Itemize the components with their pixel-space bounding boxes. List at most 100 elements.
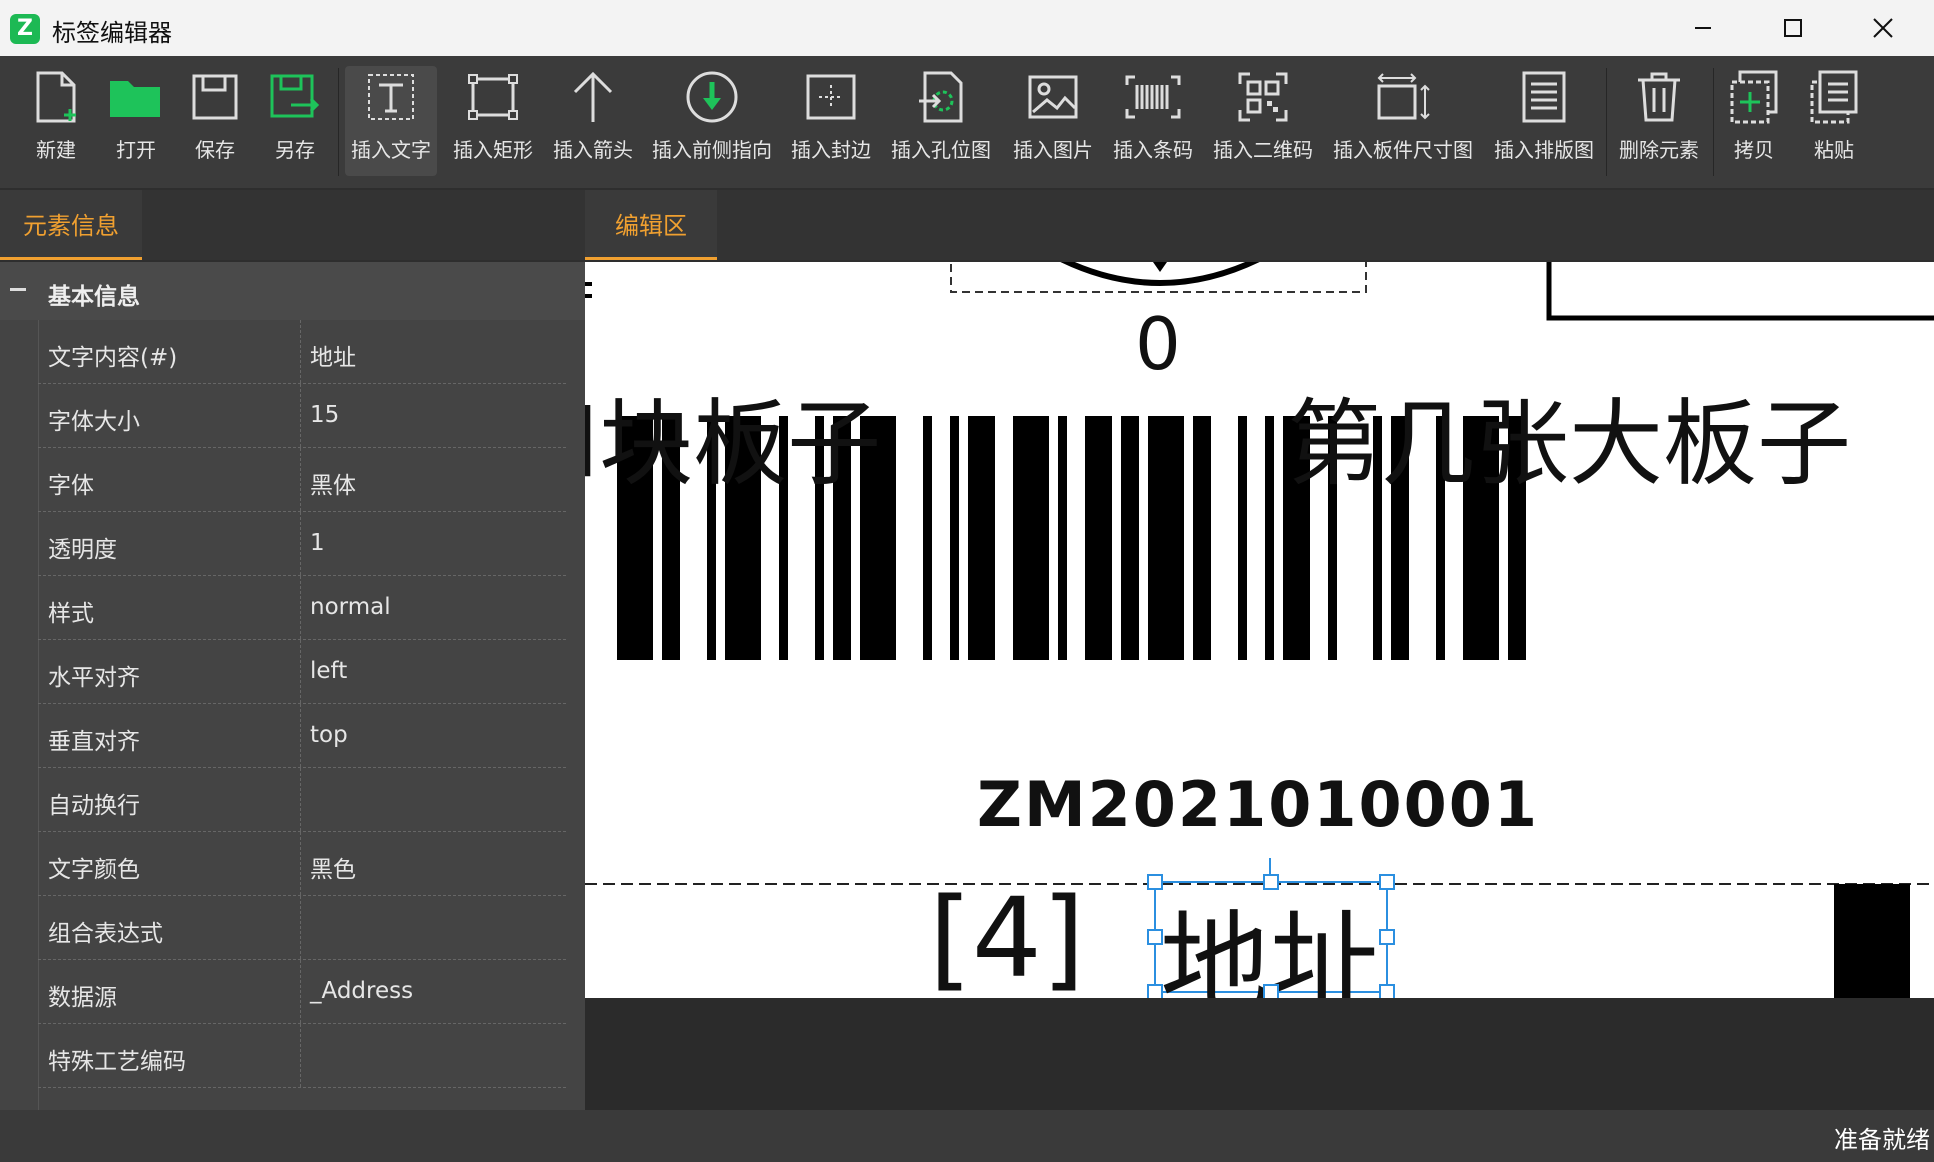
canvas-text-zero[interactable]: 0 [1135, 302, 1181, 386]
toolbar: 新建 打开 保存 另存 插入文字 插入矩形 插入箭头 插入前侧指向 插入封边 插… [0, 56, 1934, 188]
insert-image-label: 插入图片 [1013, 138, 1093, 162]
save-button[interactable]: 保存 [187, 66, 243, 176]
property-row[interactable]: 透明度 1 [38, 512, 566, 576]
copy-icon [1730, 70, 1778, 124]
property-divider [300, 320, 302, 383]
barcode-text[interactable]: ZM2021010001 [977, 768, 1539, 841]
property-divider [300, 960, 302, 1023]
new-button[interactable]: 新建 [28, 66, 84, 176]
resize-handle[interactable] [1147, 984, 1163, 998]
property-row[interactable]: 字体大小 15 [38, 384, 566, 448]
canvas-text-left-partial[interactable]: l块板子 [585, 368, 881, 504]
resize-handle[interactable] [1147, 929, 1163, 945]
open-button[interactable]: 打开 [106, 66, 166, 176]
insert-arrow-button[interactable]: 插入箭头 [551, 66, 635, 176]
editor-canvas[interactable]: 0 l块板子 第几张大板子 ZM2021010001 [4] 地址 [585, 262, 1934, 998]
property-key: 自动换行 [48, 793, 140, 819]
paste-button[interactable]: 粘贴 [1806, 66, 1862, 176]
property-value[interactable]: 黑体 [310, 466, 356, 500]
property-value[interactable]: 15 [310, 402, 339, 428]
insert-layout-label: 插入排版图 [1494, 138, 1594, 162]
collapse-icon[interactable] [10, 288, 26, 291]
insert-panel-size-button[interactable]: 插入板件尺寸图 [1333, 66, 1473, 176]
property-value[interactable]: left [310, 658, 347, 684]
property-value[interactable]: normal [310, 594, 391, 620]
insert-arrow-icon [573, 71, 613, 122]
property-row[interactable]: 文字内容(#) 地址 [38, 320, 566, 384]
property-divider [300, 1024, 302, 1087]
property-divider [300, 768, 302, 831]
property-row[interactable]: 文字颜色 黑色 [38, 832, 566, 896]
property-row[interactable]: 字体 黑体 [38, 448, 566, 512]
editor-tab-strip: 编辑区 [585, 190, 1934, 260]
property-row[interactable]: 组合表达式 [38, 896, 566, 960]
resize-handle[interactable] [1263, 984, 1279, 998]
black-block[interactable] [1834, 884, 1910, 998]
property-row[interactable]: 样式 normal [38, 576, 566, 640]
minimize-button[interactable] [1658, 0, 1748, 56]
property-divider [300, 448, 302, 511]
delete-button[interactable]: 删除元素 [1613, 66, 1705, 176]
insert-front-direction-button[interactable]: 插入前侧指向 [651, 66, 773, 176]
canvas-text-right[interactable]: 第几张大板子 [1287, 368, 1851, 504]
property-value[interactable]: top [310, 722, 348, 748]
new-file-icon [36, 71, 76, 123]
insert-image-button[interactable]: 插入图片 [1011, 66, 1095, 176]
copy-button[interactable]: 拷贝 [1726, 66, 1782, 176]
property-value[interactable]: 黑色 [310, 850, 356, 884]
insert-barcode-button[interactable]: 插入条码 [1111, 66, 1195, 176]
property-key: 透明度 [48, 537, 117, 563]
property-row[interactable]: 特殊工艺编码 [38, 1024, 566, 1088]
property-divider [300, 704, 302, 767]
insert-panel-size-icon [1377, 73, 1430, 120]
property-row[interactable]: 垂直对齐 top [38, 704, 566, 768]
insert-hole-map-label: 插入孔位图 [891, 138, 991, 162]
insert-edge-banding-button[interactable]: 插入封边 [789, 66, 873, 176]
new-label: 新建 [36, 138, 76, 162]
property-key: 字体大小 [48, 409, 140, 435]
insert-rectangle-button[interactable]: 插入矩形 [451, 66, 535, 176]
delete-icon [1638, 72, 1680, 122]
insert-rectangle-label: 插入矩形 [453, 138, 533, 162]
property-key: 文字内容(#) [48, 345, 178, 371]
property-value[interactable]: 1 [310, 530, 325, 556]
rect-element[interactable] [1546, 262, 1934, 321]
insert-qrcode-button[interactable]: 插入二维码 [1211, 66, 1315, 176]
insert-hole-map-button[interactable]: 插入孔位图 [889, 66, 993, 176]
insert-hole-map-icon [919, 71, 963, 123]
insert-front-direction-label: 插入前侧指向 [652, 138, 772, 162]
paste-label: 粘贴 [1814, 138, 1854, 162]
maximize-button[interactable] [1748, 0, 1838, 56]
property-row[interactable]: 水平对齐 left [38, 640, 566, 704]
insert-layout-button[interactable]: 插入排版图 [1492, 66, 1596, 176]
property-panel: 基本信息 文字内容(#) 地址 字体大小 15 字体 黑体 透明度 1 样式 normal… [0, 262, 585, 1110]
property-value[interactable]: 地址 [310, 338, 356, 372]
resize-handle[interactable] [1379, 874, 1395, 890]
insert-qrcode-icon [1238, 72, 1288, 122]
resize-handle[interactable] [1263, 874, 1279, 890]
insert-text-label: 插入文字 [351, 138, 431, 162]
tab-editor[interactable]: 编辑区 [585, 190, 717, 260]
open-label: 打开 [116, 138, 156, 162]
canvas-text-selected[interactable]: 地址 [1160, 874, 1380, 998]
tab-element-info[interactable]: 元素信息 [0, 190, 142, 260]
title-bar: Z 标签编辑器 [0, 0, 1934, 56]
insert-text-button[interactable]: 插入文字 [345, 66, 437, 176]
property-key: 组合表达式 [48, 921, 163, 947]
close-icon [1873, 18, 1893, 38]
property-key: 垂直对齐 [48, 729, 140, 755]
close-button[interactable] [1838, 0, 1928, 56]
canvas-background [585, 998, 1934, 1110]
delete-label: 删除元素 [1619, 138, 1699, 162]
property-divider [300, 832, 302, 895]
property-divider [300, 512, 302, 575]
resize-handle[interactable] [1147, 874, 1163, 890]
canvas-text-bracket[interactable]: [4] [929, 874, 1085, 998]
resize-handle[interactable] [1379, 929, 1395, 945]
property-row[interactable]: 数据源 _Address [38, 960, 566, 1024]
resize-handle[interactable] [1379, 984, 1395, 998]
property-value[interactable]: _Address [310, 978, 413, 1004]
save-as-button[interactable]: 另存 [267, 66, 323, 176]
property-row[interactable]: 自动换行 [38, 768, 566, 832]
section-header-basic-info[interactable]: 基本信息 [0, 262, 585, 320]
